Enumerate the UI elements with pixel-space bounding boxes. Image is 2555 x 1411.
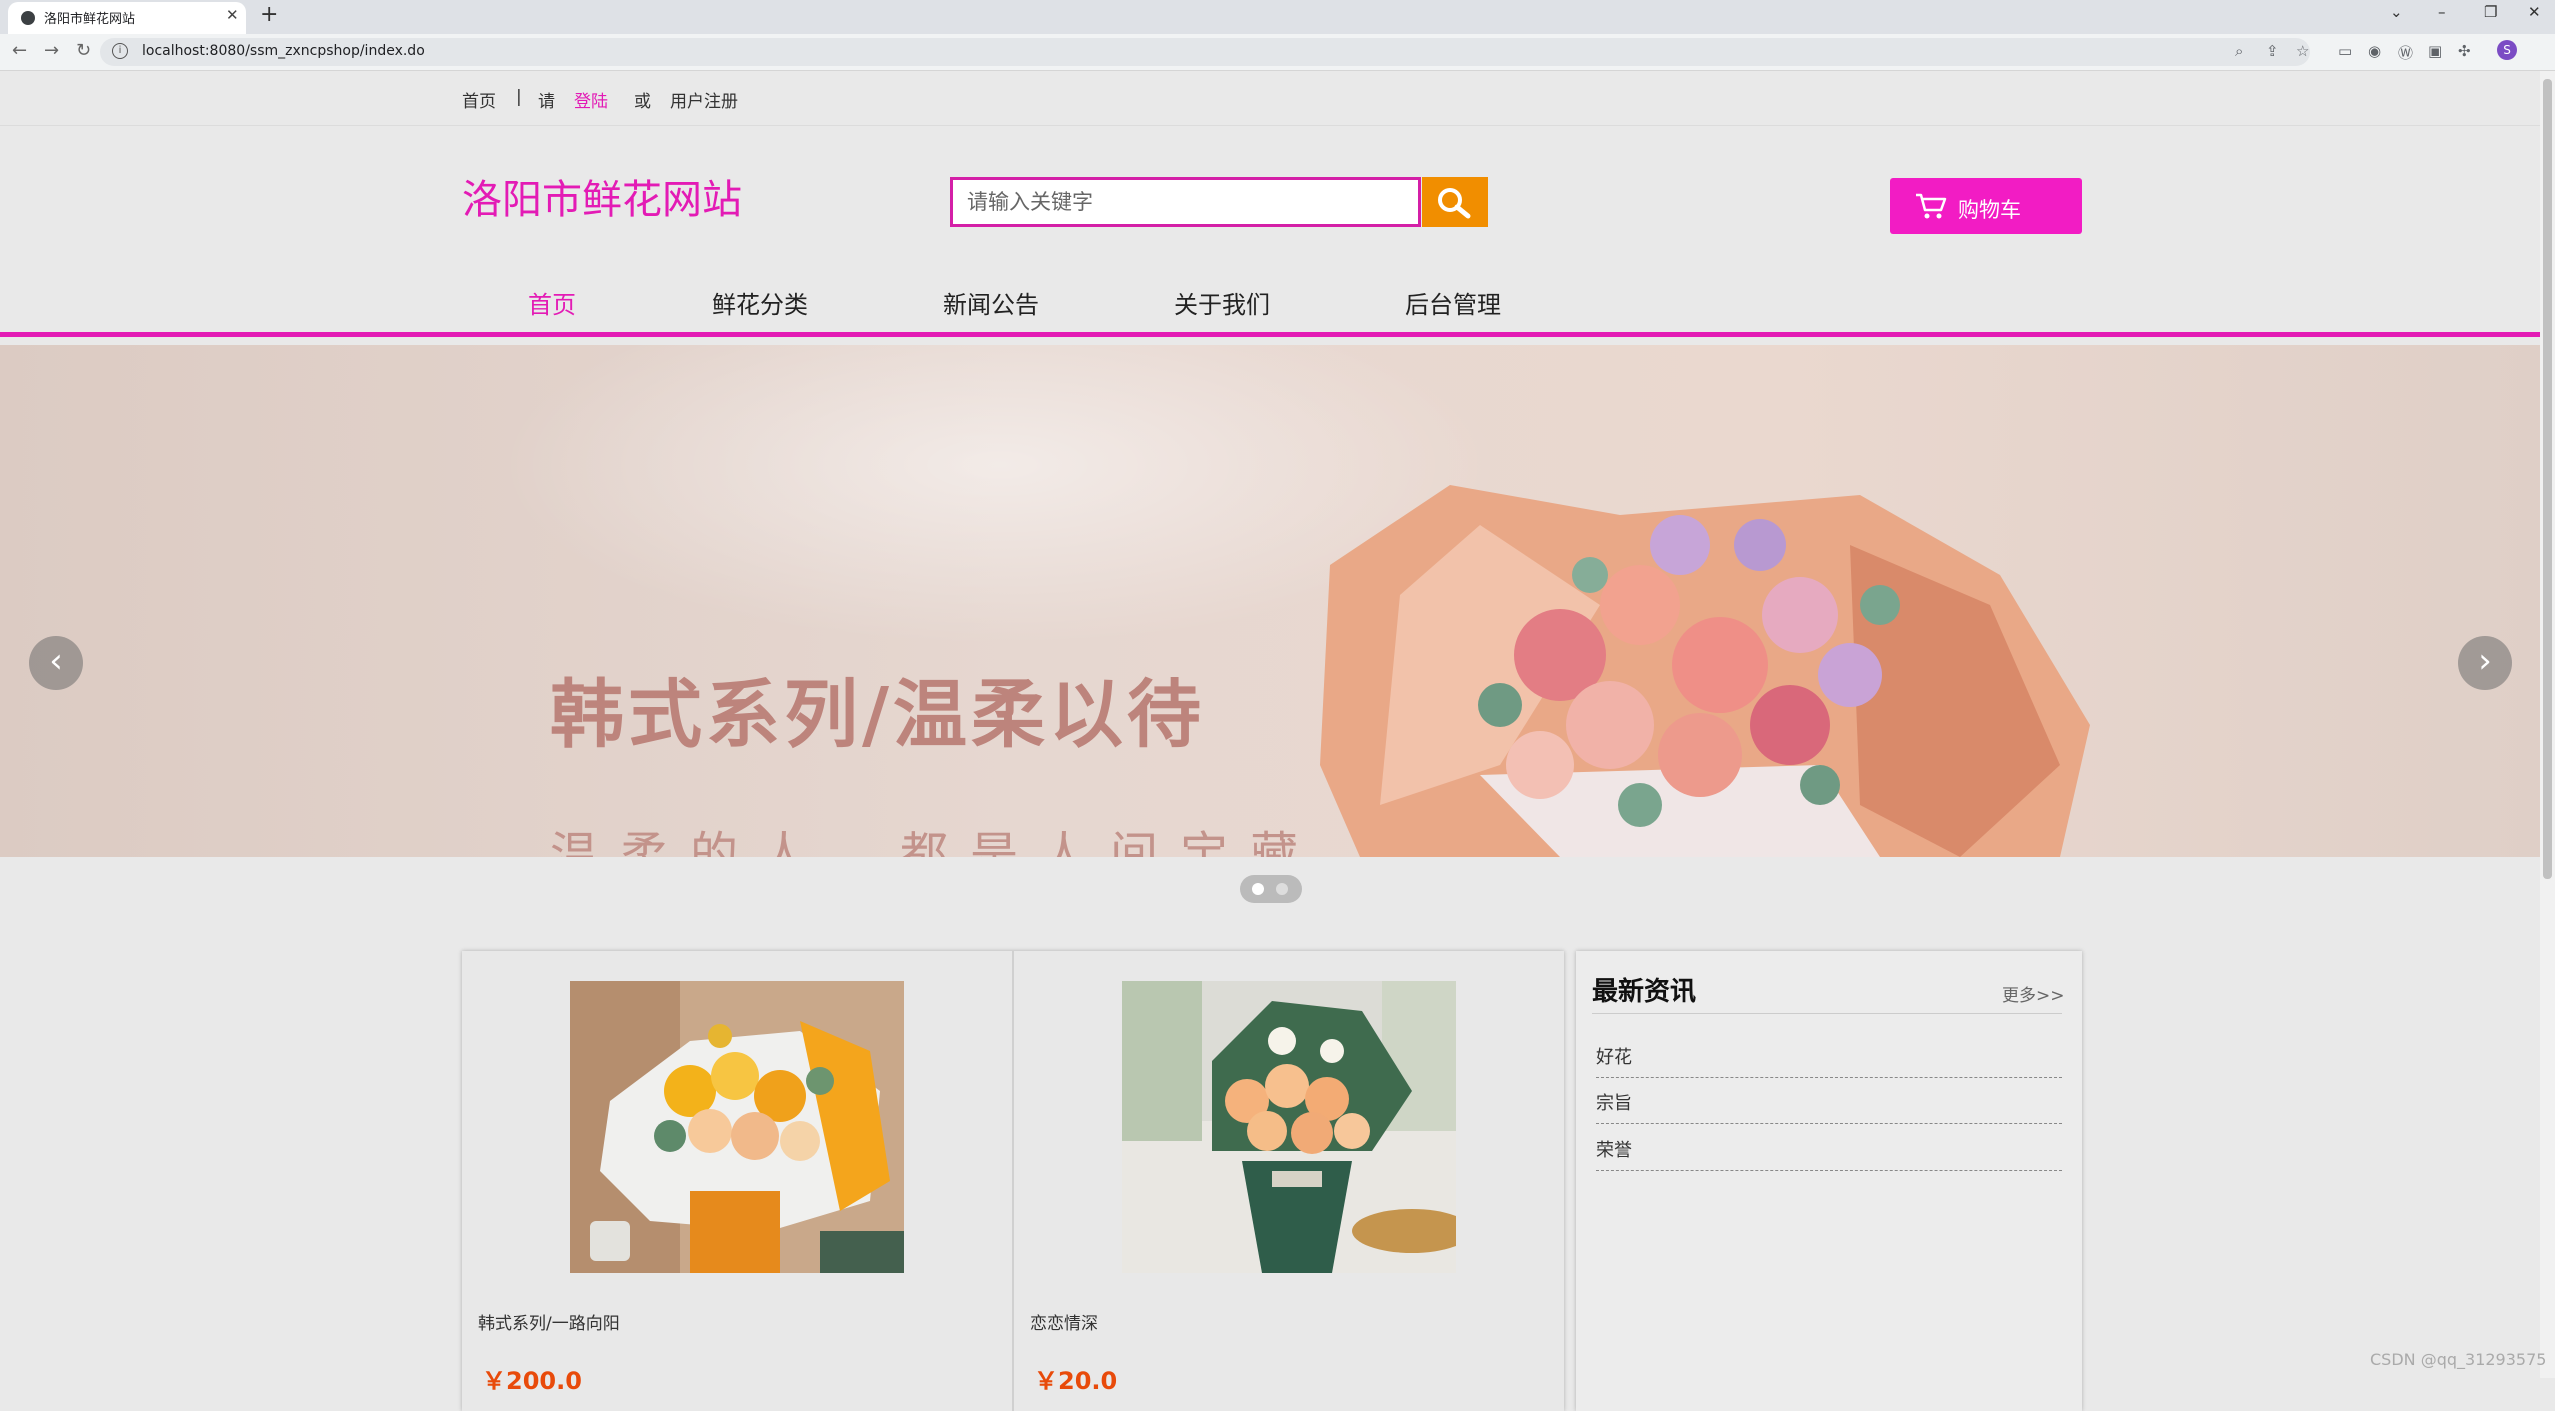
restore-icon[interactable]: ❐ bbox=[2484, 3, 2497, 21]
news-item-title[interactable]: 宗旨 bbox=[1596, 1089, 1632, 1115]
top-home-link[interactable]: 首页 bbox=[462, 87, 496, 112]
carousel-next-button[interactable]: › bbox=[2458, 636, 2512, 690]
browser-tab-bar: 洛阳市鲜花网站 ✕ + ⌄ – ❐ ✕ bbox=[0, 0, 2555, 34]
product-price: ￥200.0 bbox=[482, 1367, 582, 1395]
extension-icon[interactable]: ▭ bbox=[2338, 42, 2352, 60]
watermark: CSDN @qq_31293575 bbox=[2370, 1350, 2547, 1369]
product-price: ￥20.0 bbox=[1034, 1367, 1118, 1395]
puzzle-icon[interactable]: ✣ bbox=[2458, 42, 2471, 60]
product-card[interactable]: 恋恋情深 ￥20.0 bbox=[1014, 951, 1564, 1411]
site-logo[interactable]: 洛阳市鲜花网站 bbox=[462, 167, 742, 225]
cart-button[interactable]: 购物车 bbox=[1890, 178, 2082, 234]
banner-carousel[interactable]: 韩式系列/温柔以待 温柔的人，都是人间宝藏 ‹ › bbox=[0, 345, 2540, 857]
banner-bouquet-image bbox=[500, 345, 2090, 857]
reload-icon[interactable]: ↻ bbox=[76, 40, 91, 61]
nav-item-admin[interactable]: 后台管理 bbox=[1405, 285, 1501, 320]
top-please-text: 请 bbox=[538, 92, 555, 112]
close-window-icon[interactable]: ✕ bbox=[2528, 3, 2541, 21]
news-divider bbox=[1592, 1013, 2062, 1014]
search-box bbox=[950, 177, 1421, 227]
cart-label: 购物车 bbox=[1958, 198, 2021, 222]
tab-title: 洛阳市鲜花网站 bbox=[44, 12, 136, 27]
cart-icon bbox=[1916, 193, 1947, 219]
news-title: 最新资讯 bbox=[1592, 977, 1697, 1007]
zoom-icon[interactable]: ⌕ bbox=[2235, 42, 2243, 60]
product-list: 韩式系列/一路向阳 ￥200.0 恋恋情深 ￥20.0 bbox=[462, 951, 1564, 1411]
news-item-title[interactable]: 好花 bbox=[1596, 1043, 1632, 1069]
globe-icon bbox=[21, 11, 35, 25]
nav-item-flower-categories[interactable]: 鲜花分类 bbox=[712, 285, 808, 320]
minimize-icon[interactable]: – bbox=[2438, 3, 2446, 21]
search-input[interactable] bbox=[953, 180, 1418, 224]
product-image[interactable] bbox=[570, 981, 904, 1273]
banner-heading: 韩式系列/温柔以待 bbox=[550, 672, 1206, 758]
profile-avatar[interactable]: S bbox=[2497, 40, 2517, 60]
url-text: localhost:8080/ssm_zxncpshop/index.do bbox=[142, 43, 425, 59]
carousel-dot-1[interactable] bbox=[1252, 883, 1264, 895]
new-tab-icon[interactable]: + bbox=[260, 2, 278, 27]
forward-icon[interactable]: → bbox=[44, 40, 59, 61]
page-scrollbar[interactable] bbox=[2540, 71, 2555, 1378]
nav-underline bbox=[0, 332, 2540, 337]
product-image[interactable] bbox=[1122, 981, 1456, 1273]
browser-tab[interactable]: 洛阳市鲜花网站 ✕ bbox=[8, 2, 246, 34]
news-panel: 最新资讯 更多>> 好花 宗旨 荣誉 bbox=[1576, 951, 2082, 1411]
image-icon[interactable]: ▣ bbox=[2428, 42, 2442, 60]
scrollbar-thumb[interactable] bbox=[2543, 79, 2552, 879]
carousel-indicators bbox=[1240, 875, 1302, 903]
carousel-dot-2[interactable] bbox=[1276, 883, 1288, 895]
news-item[interactable]: 宗旨 bbox=[1596, 1077, 2062, 1124]
nav-item-home[interactable]: 首页 bbox=[528, 285, 576, 320]
bookmark-star-icon[interactable]: ☆ bbox=[2296, 42, 2309, 60]
address-bar: ← → ↻ i localhost:8080/ssm_zxncpshop/ind… bbox=[0, 34, 2555, 71]
url-field[interactable]: i localhost:8080/ssm_zxncpshop/index.do bbox=[100, 38, 2310, 66]
product-name[interactable]: 恋恋情深 bbox=[1030, 1309, 1098, 1334]
login-link[interactable]: 登陆 bbox=[574, 87, 608, 112]
tab-search-icon[interactable]: ⌄ bbox=[2390, 3, 2403, 21]
nav-item-news[interactable]: 新闻公告 bbox=[943, 285, 1039, 320]
tab-close-icon[interactable]: ✕ bbox=[226, 6, 239, 24]
back-icon[interactable]: ← bbox=[12, 40, 27, 61]
top-divider bbox=[0, 125, 2540, 126]
top-separator: | bbox=[516, 87, 522, 107]
carousel-prev-button[interactable]: ‹ bbox=[29, 636, 83, 690]
search-button[interactable] bbox=[1422, 177, 1488, 227]
product-name[interactable]: 韩式系列/一路向阳 bbox=[478, 1309, 620, 1334]
news-more-link[interactable]: 更多>> bbox=[2002, 981, 2065, 1006]
top-or-text: 或 bbox=[634, 92, 651, 112]
register-link[interactable]: 用户注册 bbox=[670, 87, 738, 112]
news-item[interactable]: 好花 bbox=[1596, 1031, 2062, 1078]
news-item-title[interactable]: 荣誉 bbox=[1596, 1136, 1632, 1162]
product-card[interactable]: 韩式系列/一路向阳 ￥200.0 bbox=[462, 951, 1012, 1411]
nav-item-about[interactable]: 关于我们 bbox=[1174, 285, 1270, 320]
news-item[interactable]: 荣誉 bbox=[1596, 1124, 2062, 1171]
banner-subheading: 温柔的人，都是人间宝藏 bbox=[550, 827, 1321, 857]
share-icon[interactable]: ⇪ bbox=[2266, 42, 2279, 60]
extension-w-icon[interactable]: Ⓦ bbox=[2398, 42, 2413, 63]
search-icon bbox=[1438, 188, 1471, 219]
info-icon[interactable]: i bbox=[112, 43, 128, 59]
web-page: 首页 | 请 登陆 或 用户注册 洛阳市鲜花网站 购物车 首页 鲜花分类 新闻公… bbox=[0, 71, 2540, 1411]
camera-icon[interactable]: ◉ bbox=[2368, 42, 2381, 60]
